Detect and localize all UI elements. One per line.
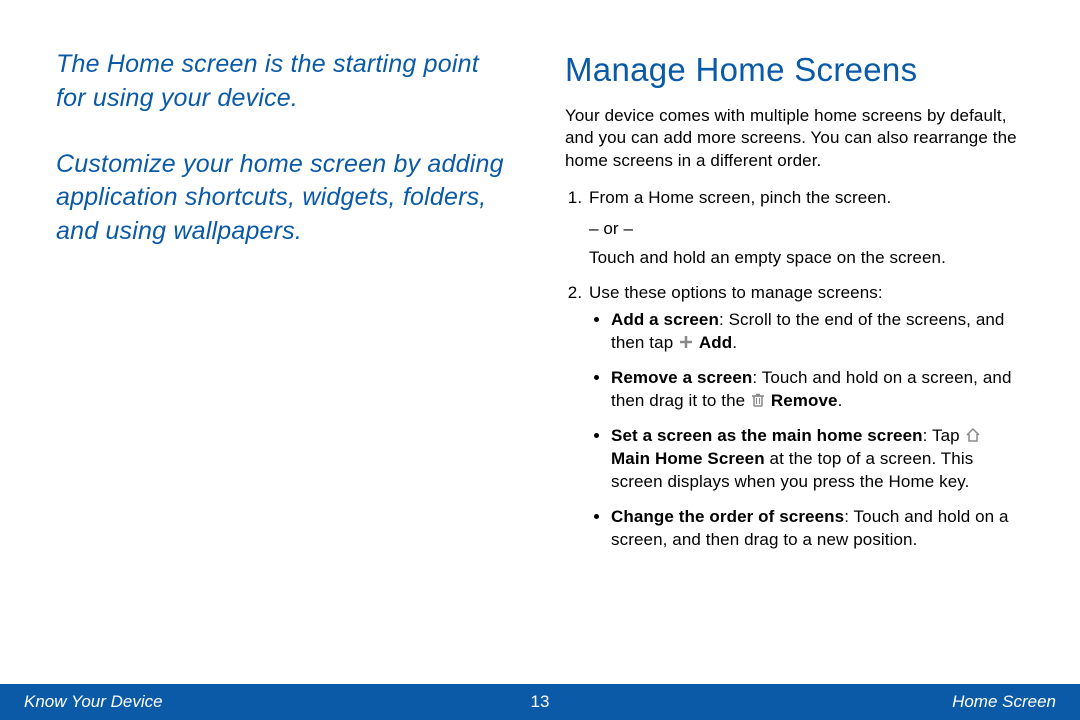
manual-page: The Home screen is the starting point fo…: [0, 0, 1080, 720]
intro-paragraph-2: Customize your home screen by adding app…: [56, 148, 515, 249]
bullet-order: Change the order of screens: Touch and h…: [611, 506, 1024, 552]
bullet-main-home: Set a screen as the main home screen: Ta…: [611, 425, 1024, 494]
bullet-order-label: Change the order of screens: [611, 507, 844, 526]
plus-icon: [678, 334, 694, 350]
step-1: From a Home screen, pinch the screen. – …: [587, 187, 1024, 270]
bullet-add-btn: Add: [699, 333, 732, 352]
content-area: The Home screen is the starting point fo…: [0, 0, 1080, 684]
bullet-add: Add a screen: Scroll to the end of the s…: [611, 309, 1024, 355]
section-lead: Your device comes with multiple home scr…: [565, 105, 1024, 174]
home-icon: [965, 427, 981, 443]
step-2-text: Use these options to manage screens:: [589, 283, 883, 302]
step-1-text-b: Touch and hold an empty space on the scr…: [589, 247, 1024, 270]
page-footer: Know Your Device 13 Home Screen: [0, 684, 1080, 720]
intro-paragraph-1: The Home screen is the starting point fo…: [56, 48, 515, 116]
bullet-add-label: Add a screen: [611, 310, 719, 329]
bullet-main-home-btn: Main Home Screen: [611, 449, 765, 468]
step-2: Use these options to manage screens: Add…: [587, 282, 1024, 551]
footer-left: Know Your Device: [24, 692, 531, 712]
right-column: Manage Home Screens Your device comes wi…: [565, 48, 1024, 664]
bullet-main-home-t1: : Tap: [923, 426, 965, 445]
trash-icon: [750, 392, 766, 408]
steps-list: From a Home screen, pinch the screen. – …: [565, 187, 1024, 551]
footer-page-number: 13: [531, 692, 550, 712]
footer-right: Home Screen: [549, 692, 1056, 712]
bullet-remove-btn: Remove: [771, 391, 838, 410]
bullet-main-home-label: Set a screen as the main home screen: [611, 426, 923, 445]
bullet-remove: Remove a screen: Touch and hold on a scr…: [611, 367, 1024, 413]
bullet-remove-t2: .: [838, 391, 843, 410]
left-column: The Home screen is the starting point fo…: [56, 48, 525, 664]
bullet-remove-label: Remove a screen: [611, 368, 752, 387]
bullet-list: Add a screen: Scroll to the end of the s…: [589, 309, 1024, 551]
step-1-text-a: From a Home screen, pinch the screen.: [589, 188, 891, 207]
bullet-add-t2: .: [732, 333, 737, 352]
step-1-or: – or –: [589, 218, 1024, 241]
section-heading: Manage Home Screens: [565, 48, 1024, 93]
